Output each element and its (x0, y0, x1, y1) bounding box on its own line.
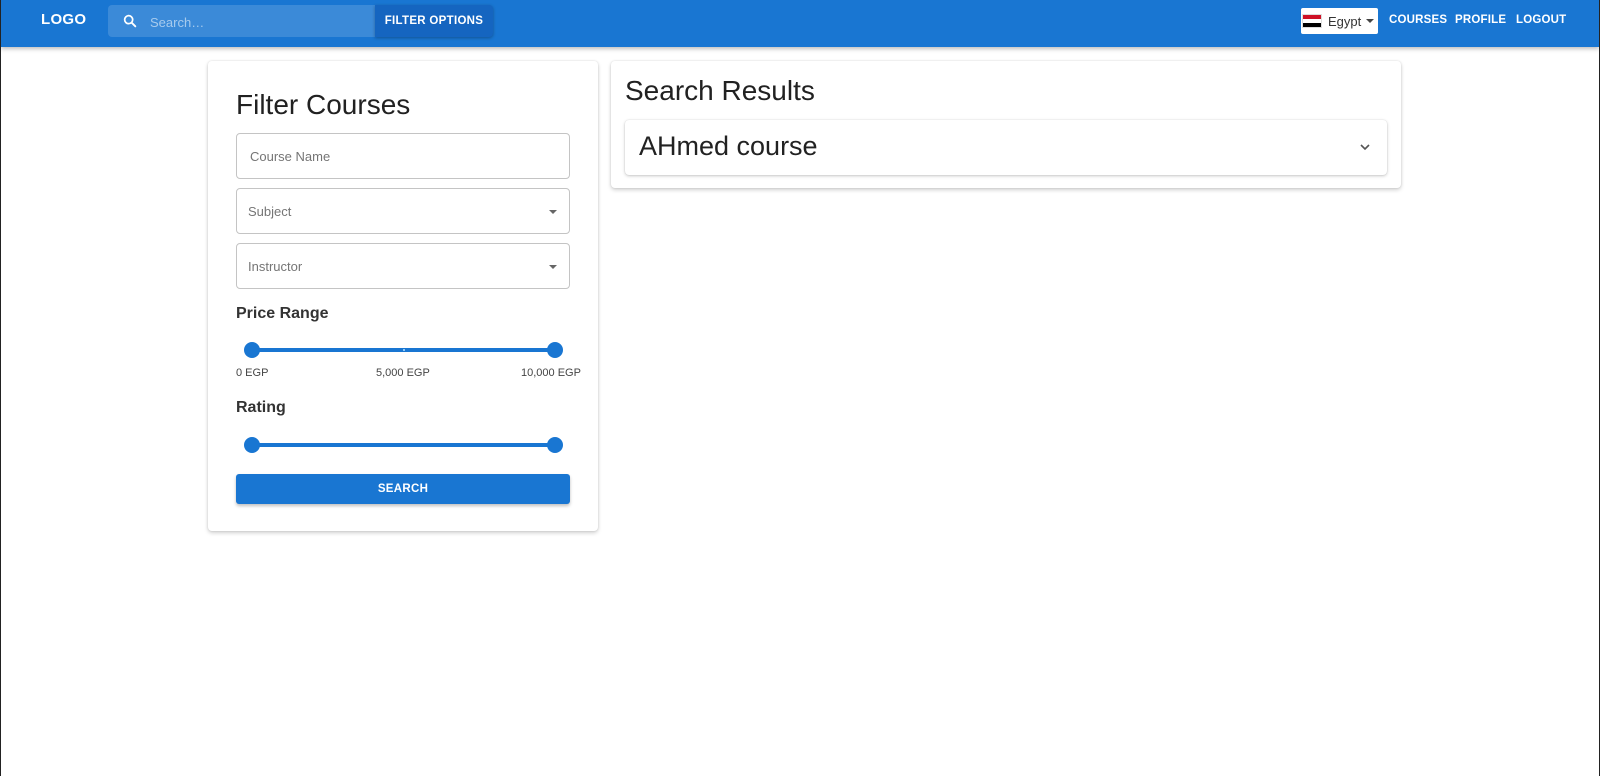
price-min-thumb[interactable] (244, 342, 260, 358)
filter-courses-card: Filter Courses Subject Instructor Price … (208, 61, 598, 531)
course-name-input[interactable] (248, 147, 552, 165)
chevron-down-icon (1360, 144, 1370, 151)
price-range-slider[interactable] (244, 342, 563, 358)
course-name: AHmed course (639, 131, 818, 161)
slider-mark (402, 349, 405, 351)
header-search (108, 5, 375, 37)
search-results-card: Search Results AHmed course (611, 61, 1401, 188)
search-button[interactable]: SEARCH (236, 474, 570, 504)
filter-options-button[interactable]: FILTER OPTIONS (375, 5, 493, 37)
nav-courses-link[interactable]: COURSES (1389, 14, 1447, 26)
price-range-label: Price Range (236, 305, 329, 322)
price-mid-label: 5,000 EGP (376, 367, 430, 379)
instructor-select[interactable]: Instructor (236, 243, 570, 289)
page: LOGO FILTER OPTIONS Egypt COURSES PROFIL… (0, 0, 1600, 776)
price-max-label: 10,000 EGP (521, 367, 581, 379)
rating-min-thumb[interactable] (244, 437, 260, 453)
nav-profile-link[interactable]: PROFILE (1455, 14, 1506, 26)
rating-label: Rating (236, 399, 286, 416)
nav-logout-link[interactable]: LOGOUT (1516, 14, 1566, 26)
country-select[interactable]: Egypt (1301, 8, 1378, 34)
price-max-thumb[interactable] (547, 342, 563, 358)
search-icon (123, 14, 137, 28)
country-select-value: Egypt (1328, 13, 1362, 29)
course-result-item[interactable]: AHmed course (625, 120, 1387, 175)
dropdown-arrow-icon (549, 210, 557, 214)
search-input[interactable] (148, 11, 367, 33)
logo[interactable]: LOGO (41, 11, 86, 28)
rating-max-thumb[interactable] (547, 437, 563, 453)
instructor-select-placeholder: Instructor (248, 258, 303, 274)
rating-slider[interactable] (244, 437, 563, 453)
filter-title: Filter Courses (236, 89, 411, 120)
slider-track (252, 443, 555, 447)
results-title: Search Results (625, 75, 815, 106)
price-min-label: 0 EGP (236, 367, 269, 379)
subject-select-placeholder: Subject (248, 203, 292, 219)
subject-select[interactable]: Subject (236, 188, 570, 234)
dropdown-arrow-icon (549, 265, 557, 269)
course-name-field[interactable] (236, 133, 570, 179)
egypt-flag-icon (1302, 14, 1322, 28)
app-bar: LOGO FILTER OPTIONS Egypt COURSES PROFIL… (1, 0, 1599, 47)
chevron-down-icon (1366, 19, 1375, 23)
